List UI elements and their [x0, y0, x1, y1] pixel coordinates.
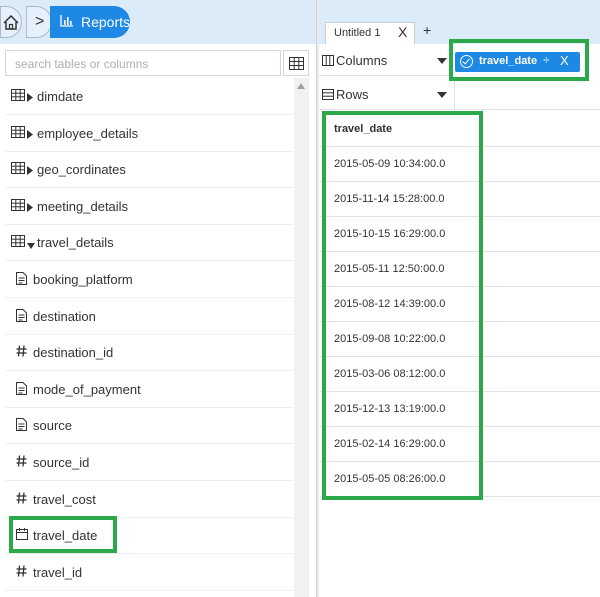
tree-item-label: meeting_details — [37, 198, 129, 214]
tree-item-mode-of-payment[interactable]: mode_of_payment — [5, 371, 293, 408]
caret-down-icon[interactable] — [27, 238, 35, 253]
tree-scrollbar[interactable] — [294, 78, 309, 597]
report-tab-bar: Untitled 1 X + — [319, 0, 600, 44]
table-icon — [11, 198, 25, 214]
columns-label: Columns — [336, 53, 388, 68]
tab-untitled-1[interactable]: Untitled 1 X — [325, 22, 415, 44]
close-tab-icon[interactable]: X — [398, 24, 407, 40]
bar-chart-icon — [60, 15, 73, 27]
numeric-field-icon — [16, 455, 27, 470]
text-field-icon — [16, 272, 27, 288]
tree-item-travel-cost[interactable]: travel_cost — [5, 481, 293, 518]
text-field-icon — [16, 308, 27, 325]
breadcrumb-separator-button[interactable]: > — [26, 6, 52, 38]
tree-item-travel-details[interactable]: travel_details — [5, 224, 293, 262]
caret-right-icon[interactable] — [27, 127, 34, 142]
table-grid-icon — [289, 57, 304, 70]
tree-item-label: travel_id — [33, 564, 83, 580]
reports-button[interactable]: Reports — [50, 6, 130, 38]
numeric-field-icon — [16, 565, 27, 580]
search-input[interactable]: search tables or columns — [5, 50, 281, 76]
tree-item-label: travel_details — [37, 235, 114, 251]
text-field-icon — [16, 381, 27, 398]
columns-icon — [322, 55, 334, 66]
tree-item-label: destination_id — [33, 345, 114, 361]
add-tab-icon[interactable]: + — [423, 22, 431, 38]
caret-right-icon[interactable] — [27, 200, 34, 215]
tree-item-source-id[interactable]: source_id — [5, 444, 293, 481]
tree-item-label: source — [33, 418, 73, 434]
table-icon — [11, 125, 25, 141]
reports-label: Reports — [81, 14, 131, 30]
rows-drop-area[interactable] — [454, 80, 600, 110]
table-icon — [11, 235, 25, 250]
tree-item-label: destination — [33, 308, 96, 324]
numeric-field-icon — [16, 345, 27, 360]
tree-item-meeting-details[interactable]: meeting_details — [5, 188, 293, 225]
text-field-icon — [16, 418, 27, 434]
columns-drop-zone[interactable]: Columns — [319, 46, 453, 76]
highlight-box-column-pill — [449, 39, 589, 81]
numeric-field-icon — [16, 492, 27, 507]
caret-right-icon[interactable] — [27, 90, 34, 105]
tab-label: Untitled 1 — [334, 27, 381, 39]
chevron-right-icon: > — [35, 13, 45, 30]
scroll-up-arrow-icon[interactable] — [297, 83, 305, 89]
tree-item-travel-id[interactable]: travel_id — [5, 554, 293, 591]
tree-item-destination[interactable]: destination — [5, 298, 293, 335]
tree-item-label: mode_of_payment — [33, 381, 141, 397]
caret-right-icon[interactable] — [27, 163, 34, 178]
home-icon — [3, 15, 19, 30]
top-navigation-bar: > Reports — [0, 0, 320, 44]
rows-drop-zone[interactable]: Rows — [319, 80, 453, 110]
tree-item-source[interactable]: source — [5, 407, 293, 445]
tree-item-geo-cordinates[interactable]: geo_cordinates — [5, 151, 293, 189]
rows-dropdown-icon[interactable] — [437, 92, 447, 98]
table-icon — [11, 89, 25, 104]
tree-item-employee-details[interactable]: employee_details — [5, 115, 293, 152]
highlight-box-travel-date-field — [9, 516, 117, 553]
tree-item-label: source_id — [33, 455, 90, 470]
tree-item-label: dimdate — [37, 89, 84, 104]
tree-item-label: travel_cost — [33, 491, 96, 507]
tree-item-dimdate[interactable]: dimdate — [5, 78, 293, 115]
rows-label: Rows — [336, 87, 369, 102]
columns-dropdown-icon[interactable] — [437, 58, 447, 64]
search-placeholder: search tables or columns — [15, 57, 149, 71]
tree-item-destination-id[interactable]: destination_id — [5, 334, 293, 372]
table-icon — [11, 162, 25, 177]
tree-item-booking-platform[interactable]: booking_platform — [5, 261, 293, 298]
tree-item-label: geo_cordinates — [37, 162, 126, 178]
tree-item-label: employee_details — [37, 125, 139, 141]
highlight-box-results — [322, 111, 483, 500]
home-button[interactable] — [0, 6, 22, 38]
table-view-button[interactable] — [283, 50, 309, 76]
tree-item-label: booking_platform — [33, 272, 133, 287]
rows-icon — [322, 89, 334, 100]
